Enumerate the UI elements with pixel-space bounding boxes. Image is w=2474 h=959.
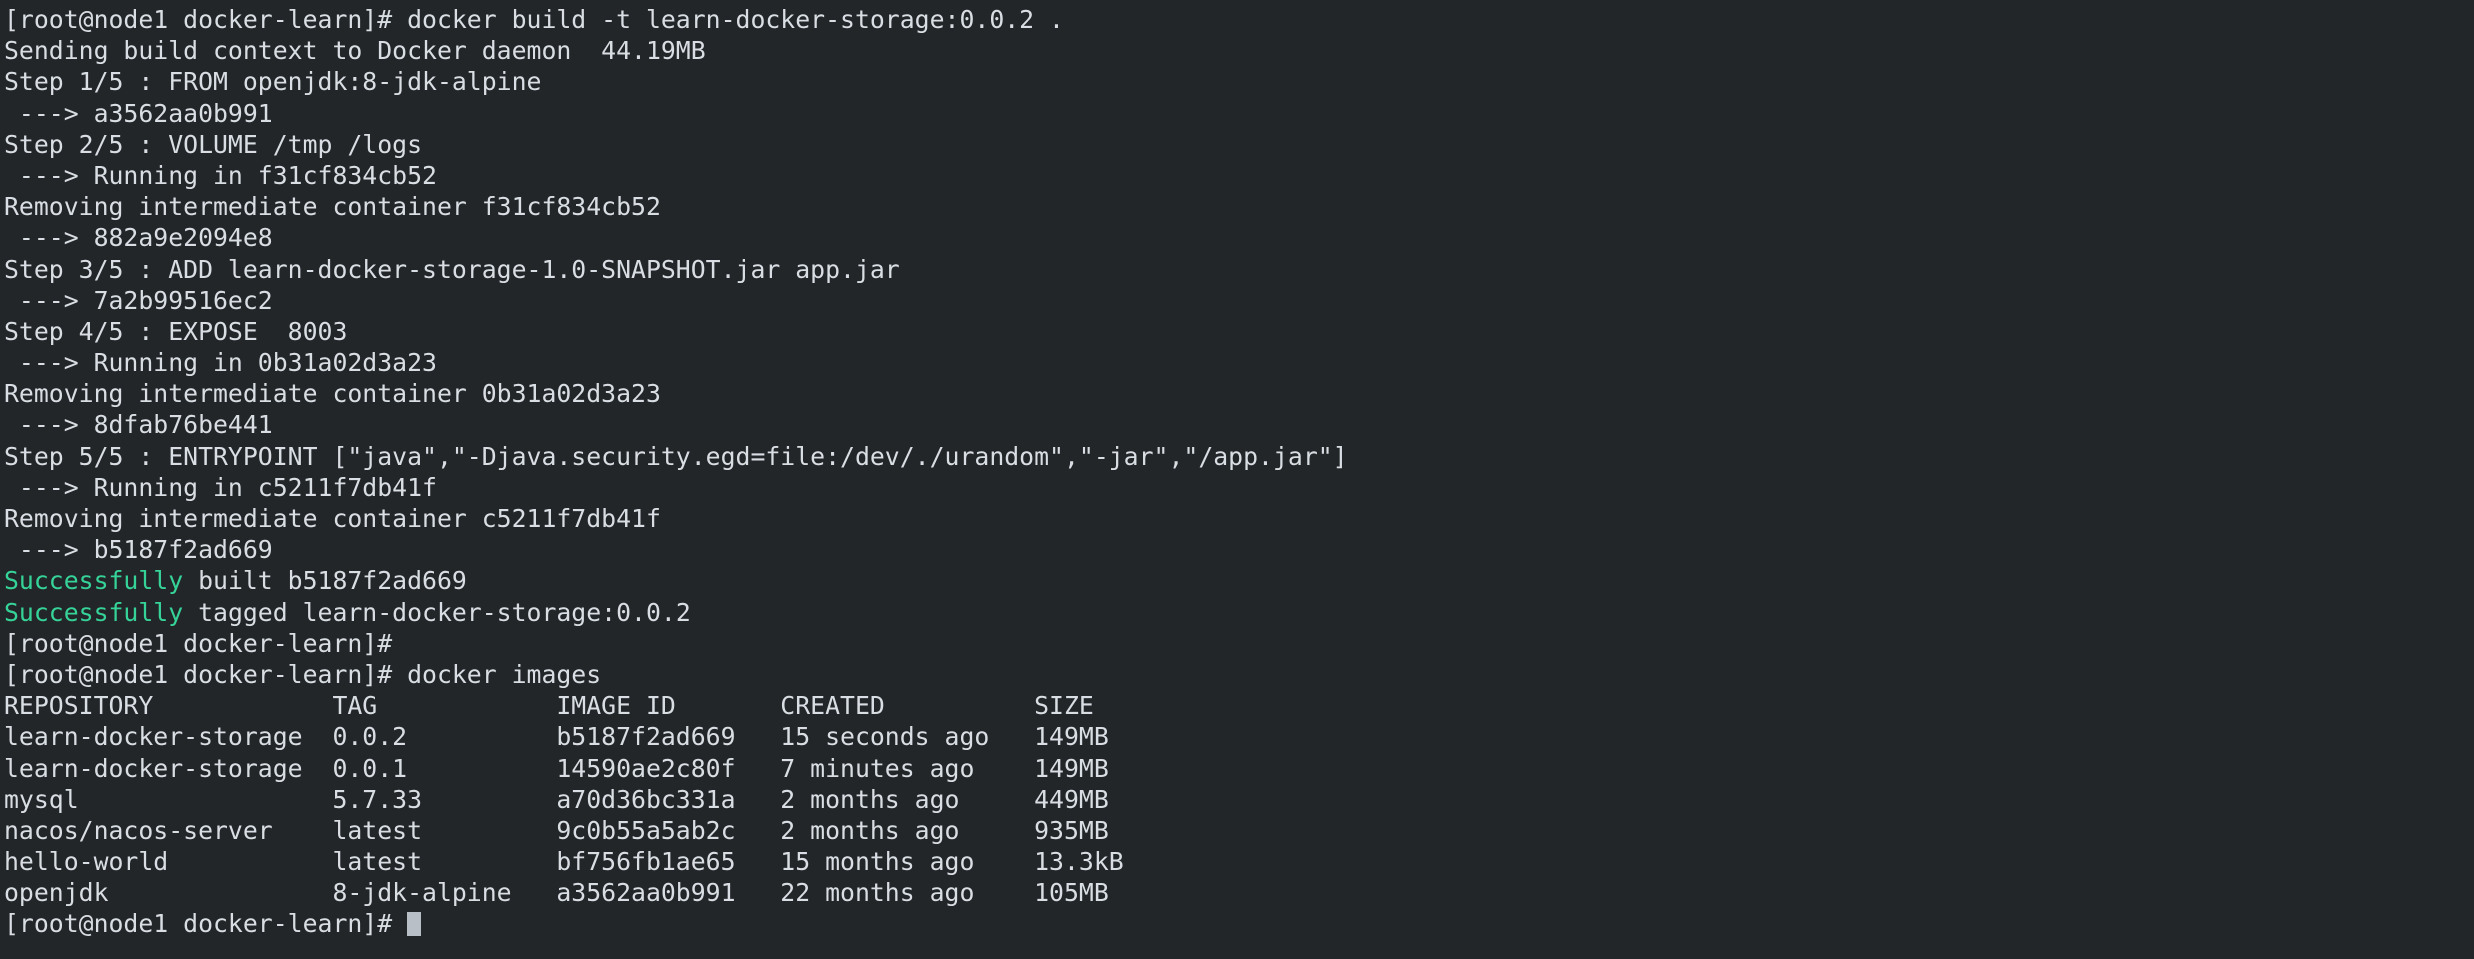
- terminal-window[interactable]: [root@node1 docker-learn]# docker build …: [0, 0, 2474, 959]
- terminal-text: [root@node1 docker-learn]# docker build …: [4, 5, 1064, 34]
- terminal-line: mysql 5.7.33 a70d36bc331a 2 months ago 4…: [4, 784, 2474, 815]
- terminal-text: ---> 7a2b99516ec2: [4, 285, 273, 315]
- terminal-line: ---> Running in 0b31a02d3a23: [4, 347, 2474, 378]
- terminal-text: Step 1/5 : FROM openjdk:8-jdk-alpine: [4, 67, 542, 97]
- terminal-output: [root@node1 docker-learn]# docker build …: [4, 4, 2474, 908]
- terminal-text: Step 5/5 : ENTRYPOINT ["java","-Djava.se…: [4, 441, 1348, 471]
- terminal-line: Removing intermediate container c5211f7d…: [4, 503, 2474, 534]
- terminal-line: [root@node1 docker-learn]#: [4, 628, 2474, 659]
- terminal-line: Step 5/5 : ENTRYPOINT ["java","-Djava.se…: [4, 441, 2474, 472]
- terminal-text: Removing intermediate container 0b31a02d…: [4, 379, 661, 409]
- terminal-line: Sending build context to Docker daemon 4…: [4, 35, 2474, 66]
- terminal-line: ---> 8dfab76be441: [4, 409, 2474, 440]
- terminal-line: ---> b5187f2ad669: [4, 534, 2474, 565]
- terminal-line: Step 4/5 : EXPOSE 8003: [4, 316, 2474, 347]
- terminal-line: ---> Running in f31cf834cb52: [4, 160, 2474, 191]
- terminal-text: ---> 882a9e2094e8: [4, 223, 273, 253]
- terminal-text: ---> Running in f31cf834cb52: [4, 160, 437, 190]
- terminal-line: openjdk 8-jdk-alpine a3562aa0b991 22 mon…: [4, 877, 2474, 908]
- terminal-line: Removing intermediate container f31cf834…: [4, 191, 2474, 222]
- terminal-text: Successfully: [4, 597, 184, 627]
- terminal-line: learn-docker-storage 0.0.1 14590ae2c80f …: [4, 753, 2474, 784]
- terminal-text: mysql 5.7.33 a70d36bc331a 2 months ago 4…: [4, 784, 1109, 814]
- terminal-text: [root@node1 docker-learn]# docker images: [4, 659, 602, 689]
- terminal-text: Step 4/5 : EXPOSE 8003: [4, 316, 348, 346]
- terminal-text: ---> 8dfab76be441: [4, 410, 273, 440]
- terminal-text: ---> Running in 0b31a02d3a23: [4, 348, 437, 378]
- terminal-line: ---> a3562aa0b991: [4, 98, 2474, 129]
- terminal-line: REPOSITORY TAG IMAGE ID CREATED SIZE: [4, 690, 2474, 721]
- terminal-line: Step 3/5 : ADD learn-docker-storage-1.0-…: [4, 254, 2474, 285]
- terminal-text: ---> a3562aa0b991: [4, 98, 273, 128]
- terminal-text: nacos/nacos-server latest 9c0b55a5ab2c 2…: [4, 815, 1109, 845]
- terminal-line: Successfully tagged learn-docker-storage…: [4, 597, 2474, 628]
- terminal-line: [root@node1 docker-learn]# docker build …: [4, 4, 2474, 35]
- terminal-line: nacos/nacos-server latest 9c0b55a5ab2c 2…: [4, 815, 2474, 846]
- terminal-text: Successfully: [4, 566, 184, 596]
- terminal-text: learn-docker-storage 0.0.2 b5187f2ad669 …: [4, 722, 1109, 752]
- terminal-line: Successfully built b5187f2ad669: [4, 565, 2474, 596]
- terminal-line: ---> Running in c5211f7db41f: [4, 472, 2474, 503]
- terminal-text: [root@node1 docker-learn]#: [4, 628, 393, 658]
- terminal-text: learn-docker-storage 0.0.1 14590ae2c80f …: [4, 753, 1109, 783]
- terminal-text: Step 3/5 : ADD learn-docker-storage-1.0-…: [4, 254, 900, 284]
- terminal-line: ---> 7a2b99516ec2: [4, 285, 2474, 316]
- terminal-prompt-line: [root@node1 docker-learn]#: [4, 908, 2474, 939]
- terminal-text: Removing intermediate container c5211f7d…: [4, 504, 661, 533]
- terminal-line: learn-docker-storage 0.0.2 b5187f2ad669 …: [4, 721, 2474, 752]
- terminal-text: Step 2/5 : VOLUME /tmp /logs: [4, 129, 423, 159]
- terminal-text: ---> b5187f2ad669: [4, 535, 273, 565]
- terminal-text: built b5187f2ad669: [183, 566, 467, 596]
- terminal-text: ---> Running in c5211f7db41f: [4, 472, 437, 502]
- terminal-line: Step 1/5 : FROM openjdk:8-jdk-alpine: [4, 66, 2474, 97]
- terminal-text: Sending build context to Docker daemon 4…: [4, 36, 706, 66]
- terminal-line: Removing intermediate container 0b31a02d…: [4, 378, 2474, 409]
- terminal-text: tagged learn-docker-storage:0.0.2: [183, 597, 691, 627]
- terminal-line: hello-world latest bf756fb1ae65 15 month…: [4, 846, 2474, 877]
- terminal-line: ---> 882a9e2094e8: [4, 222, 2474, 253]
- terminal-cursor: [407, 912, 422, 937]
- terminal-line: [root@node1 docker-learn]# docker images: [4, 659, 2474, 690]
- terminal-text: REPOSITORY TAG IMAGE ID CREATED SIZE: [4, 691, 1094, 721]
- terminal-line: Step 2/5 : VOLUME /tmp /logs: [4, 129, 2474, 160]
- terminal-text: openjdk 8-jdk-alpine a3562aa0b991 22 mon…: [4, 878, 1109, 908]
- terminal-text: hello-world latest bf756fb1ae65 15 month…: [4, 847, 1124, 877]
- terminal-text: Removing intermediate container f31cf834…: [4, 192, 661, 222]
- prompt-text: [root@node1 docker-learn]#: [4, 909, 408, 939]
